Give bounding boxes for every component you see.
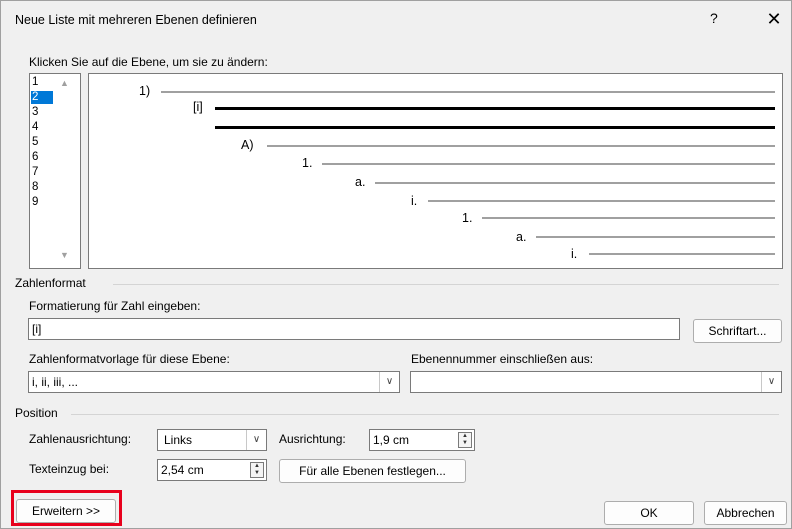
aligned-at-input[interactable]: 1,9 cm ▲ ▼ [369, 429, 475, 451]
close-icon[interactable]: ✕ [761, 6, 787, 32]
ok-button[interactable]: OK [604, 501, 694, 525]
cancel-button[interactable]: Abbrechen [704, 501, 787, 525]
preview-number-9: i. [571, 247, 578, 261]
dialog-title: Neue Liste mit mehreren Ebenen definiere… [15, 13, 257, 27]
enter-format-label: Formatierung für Zahl eingeben: [29, 299, 201, 313]
preview-line-3 [267, 145, 775, 147]
level-item[interactable]: 6 [31, 151, 53, 164]
level-item[interactable]: 9 [31, 196, 53, 209]
level-select-label: Klicken Sie auf die Ebene, um sie zu änd… [29, 55, 268, 69]
text-indent-label: Texteinzug bei: [29, 462, 110, 476]
preview-line-8 [536, 236, 775, 238]
chevron-down-icon[interactable]: ∨ [761, 372, 781, 392]
aligned-at-value: 1,9 cm [373, 433, 410, 447]
text-indent-input[interactable]: 2,54 cm ▲ ▼ [157, 459, 267, 481]
number-format-value: [i] [32, 322, 42, 336]
number-alignment-select[interactable]: Links ∨ [157, 429, 267, 451]
preview-line-9 [589, 253, 775, 255]
text-indent-spinner[interactable]: ▲ ▼ [250, 462, 264, 478]
preview-number-8: a. [516, 230, 527, 244]
chevron-down-icon[interactable]: ∨ [379, 372, 399, 392]
include-level-select[interactable]: ∨ [410, 371, 782, 393]
number-alignment-label: Zahlenausrichtung: [29, 432, 132, 446]
level-item[interactable]: 8 [31, 181, 53, 194]
level-item-selected[interactable]: 2 [31, 91, 53, 104]
preview-line-5 [375, 182, 775, 184]
section-number-format: Zahlenformat [15, 276, 86, 290]
preview-number-5: a. [355, 175, 366, 189]
preview-number-3: A) [241, 138, 254, 152]
divider [113, 284, 779, 285]
level-item[interactable]: 7 [31, 166, 53, 179]
preview-line-1 [161, 91, 775, 93]
preview-number-2: [i] [193, 100, 203, 114]
help-icon[interactable]: ? [710, 10, 718, 26]
number-style-value: i, ii, iii, ... [32, 375, 79, 389]
preview-number-4: 1. [302, 156, 313, 170]
set-for-all-levels-button[interactable]: Für alle Ebenen festlegen... [279, 459, 466, 483]
scroll-down-icon[interactable]: ▼ [60, 250, 69, 260]
list-preview: 1) [i] A) 1. a. i. 1. a. i. [88, 73, 783, 269]
aligned-at-label: Ausrichtung: [279, 432, 346, 446]
number-format-input[interactable]: [i] [28, 318, 680, 340]
preview-number-6: i. [411, 194, 418, 208]
level-list[interactable]: 1 2 3 4 5 6 7 8 9 ▲ ▼ [29, 73, 81, 269]
include-level-label: Ebenennummer einschließen aus: [411, 352, 594, 366]
preview-line-2b [215, 126, 775, 129]
level-item[interactable]: 1 [31, 76, 53, 89]
aligned-at-spinner[interactable]: ▲ ▼ [458, 432, 472, 448]
number-style-label: Zahlenformatvorlage für diese Ebene: [29, 352, 230, 366]
level-item[interactable]: 4 [31, 121, 53, 134]
title-bar: Neue Liste mit mehreren Ebenen definiere… [1, 1, 791, 41]
text-indent-value: 2,54 cm [161, 463, 204, 477]
font-button[interactable]: Schriftart... [693, 319, 782, 343]
level-item[interactable]: 5 [31, 136, 53, 149]
section-position: Position [15, 406, 58, 420]
preview-line-6 [428, 200, 775, 202]
divider [71, 414, 779, 415]
preview-line-4 [322, 163, 775, 165]
number-style-select[interactable]: i, ii, iii, ... ∨ [28, 371, 400, 393]
highlight-box [11, 490, 122, 526]
number-alignment-value: Links [164, 433, 193, 447]
scroll-up-icon[interactable]: ▲ [60, 78, 69, 88]
level-item[interactable]: 3 [31, 106, 53, 119]
preview-number-7: 1. [462, 211, 473, 225]
chevron-down-icon[interactable]: ∨ [246, 430, 266, 450]
preview-line-7 [482, 217, 775, 219]
preview-number-1: 1) [139, 84, 151, 98]
define-multilevel-list-dialog: Neue Liste mit mehreren Ebenen definiere… [0, 0, 792, 529]
preview-line-2 [215, 107, 775, 110]
